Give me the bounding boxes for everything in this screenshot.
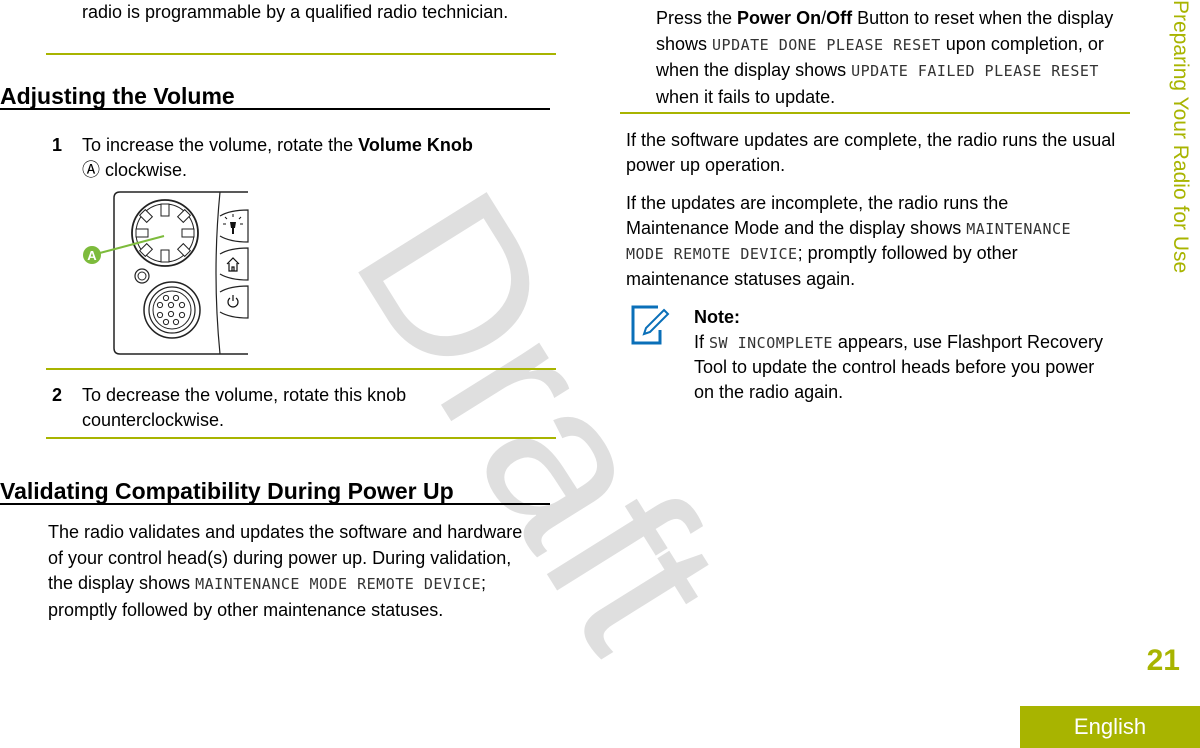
note-pencil-icon <box>631 305 670 345</box>
section-heading-validating: Validating Compatibility During Power Up <box>0 478 454 504</box>
volume-knob-icon <box>131 199 199 267</box>
validating-paragraph: The radio validates and updates the soft… <box>48 520 528 623</box>
section-heading-adjusting-volume: Adjusting the Volume <box>0 83 235 109</box>
step-text: when it fails to update. <box>656 86 836 107</box>
note-text: If <box>694 331 710 352</box>
note-box: Note: If SW INCOMPLETE appears, use Flas… <box>694 305 1114 404</box>
display-message: UPDATE DONE PLEASE RESET <box>712 35 941 54</box>
volume-knob-label: Volume Knob <box>358 135 473 155</box>
home-icon <box>219 247 249 281</box>
step-2: 2 To decrease the volume, rotate this kn… <box>52 383 552 432</box>
page-number: 21 <box>1146 644 1180 677</box>
heading-underline <box>0 108 550 110</box>
divider <box>46 437 556 439</box>
off-label: Off <box>826 8 853 28</box>
note-label: Note: <box>694 307 740 327</box>
chapter-side-title: Preparing Your Radio for Use <box>1169 0 1192 274</box>
callout-a-icon: Ⓐ <box>82 159 100 180</box>
callout-a-label: A <box>87 248 97 263</box>
complete-paragraph: If the software updates are complete, th… <box>626 130 1116 175</box>
power-reset-step: Press the Power On/Off Button to reset w… <box>656 6 1126 110</box>
step-number: 2 <box>52 385 63 405</box>
step-text: To decrease the volume, rotate this knob… <box>82 385 407 430</box>
control-head-figure: A <box>83 191 249 355</box>
incomplete-paragraph: If the updates are incomplete, the radio… <box>626 191 1106 291</box>
step-text: To increase the volume, rotate the <box>82 135 359 155</box>
light-icon <box>219 209 249 243</box>
display-message: SW INCOMPLETE <box>709 333 833 352</box>
step-1: 1 To increase the volume, rotate the Vol… <box>52 133 552 182</box>
power-icon <box>219 285 249 319</box>
power-on-label: Power On <box>737 8 822 28</box>
step-text: clockwise. <box>100 159 188 180</box>
paragraph-text: If the updates are incomplete, the radio… <box>626 193 1009 238</box>
display-message: MAINTENANCE MODE REMOTE DEVICE <box>195 575 482 593</box>
heading-underline <box>0 503 550 505</box>
step-number: 1 <box>52 135 63 155</box>
step-text: Press the <box>656 8 738 28</box>
intro-tail-text: radio is programmable by a qualified rad… <box>82 2 509 22</box>
divider <box>46 53 556 55</box>
divider <box>46 368 556 370</box>
connector-icon <box>143 281 201 339</box>
divider <box>620 112 1130 114</box>
language-tab: English <box>1020 706 1200 748</box>
display-message: UPDATE FAILED PLEASE RESET <box>851 62 1099 80</box>
